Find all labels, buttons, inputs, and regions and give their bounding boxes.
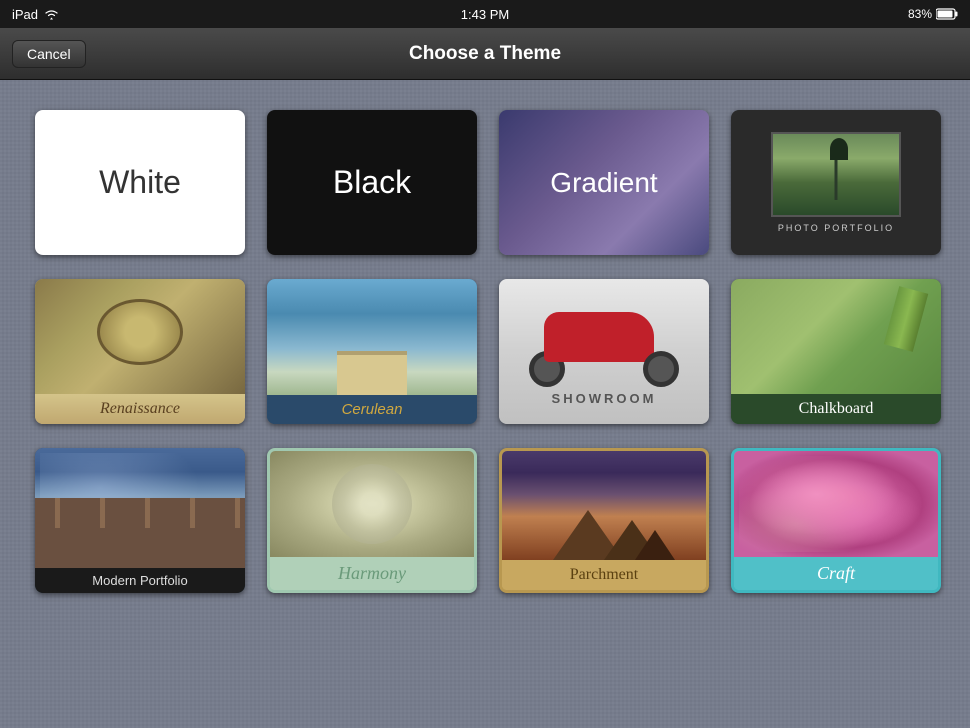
parchment-image bbox=[502, 451, 706, 560]
cancel-button[interactable]: Cancel bbox=[12, 40, 86, 68]
theme-white[interactable]: White bbox=[35, 110, 245, 255]
theme-row-3: Modern Portfolio Harmony Parchment Cra bbox=[35, 448, 935, 593]
status-right: 83% bbox=[908, 7, 958, 21]
theme-harmony-label: Harmony bbox=[270, 557, 474, 590]
showroom-bike-image bbox=[524, 297, 684, 387]
craft-image bbox=[734, 451, 938, 557]
theme-black-label: Black bbox=[333, 164, 411, 201]
theme-black[interactable]: Black bbox=[267, 110, 477, 255]
theme-gradient[interactable]: Gradient bbox=[499, 110, 709, 255]
chalkboard-image bbox=[731, 279, 941, 394]
nav-bar: Cancel Choose a Theme bbox=[0, 28, 970, 80]
theme-white-label: White bbox=[99, 164, 181, 201]
battery-icon bbox=[936, 8, 958, 20]
bike-body bbox=[544, 312, 654, 362]
theme-harmony[interactable]: Harmony bbox=[267, 448, 477, 593]
theme-chalkboard[interactable]: Chalkboard bbox=[731, 279, 941, 424]
theme-craft[interactable]: Craft bbox=[731, 448, 941, 593]
theme-showroom[interactable]: SHOWROOM bbox=[499, 279, 709, 424]
bike-wheel-front bbox=[643, 351, 679, 387]
theme-chalkboard-label: Chalkboard bbox=[731, 394, 941, 424]
theme-cerulean[interactable]: Cerulean bbox=[267, 279, 477, 424]
harmony-flower-graphic bbox=[332, 464, 412, 544]
status-left: iPad bbox=[12, 7, 59, 22]
theme-photo-portfolio[interactable]: PHOTO PORTFOLIO bbox=[731, 110, 941, 255]
page-title: Choose a Theme bbox=[409, 43, 561, 65]
theme-modern-portfolio[interactable]: Modern Portfolio bbox=[35, 448, 245, 593]
theme-row-2: Renaissance Cerulean SHOWROOM Chalkboard bbox=[35, 279, 935, 424]
theme-showroom-label: SHOWROOM bbox=[552, 391, 657, 406]
theme-craft-label: Craft bbox=[734, 557, 938, 590]
theme-grid: White Black Gradient PHOTO PORTFOLIO Ren… bbox=[0, 80, 970, 728]
cerulean-image bbox=[267, 279, 477, 395]
theme-parchment-label: Parchment bbox=[502, 560, 706, 590]
pyramids-graphic bbox=[502, 510, 706, 560]
renaissance-image bbox=[35, 279, 245, 394]
theme-gradient-label: Gradient bbox=[550, 167, 657, 199]
photo-portfolio-image bbox=[771, 132, 901, 217]
theme-cerulean-label: Cerulean bbox=[267, 395, 477, 424]
modern-portfolio-image bbox=[35, 448, 245, 568]
craft-petals-graphic bbox=[739, 456, 933, 552]
status-time: 1:43 PM bbox=[461, 7, 509, 22]
pyramid-3 bbox=[635, 530, 675, 560]
theme-renaissance[interactable]: Renaissance bbox=[35, 279, 245, 424]
colosseum-graphic bbox=[35, 498, 245, 568]
theme-renaissance-label: Renaissance bbox=[35, 394, 245, 424]
theme-row-1: White Black Gradient PHOTO PORTFOLIO bbox=[35, 110, 935, 255]
wifi-icon bbox=[44, 9, 59, 20]
theme-parchment[interactable]: Parchment bbox=[499, 448, 709, 593]
theme-modern-portfolio-label: Modern Portfolio bbox=[35, 568, 245, 593]
status-bar: iPad 1:43 PM 83% bbox=[0, 0, 970, 28]
battery-percent: 83% bbox=[908, 7, 932, 21]
harmony-image bbox=[270, 451, 474, 557]
device-label: iPad bbox=[12, 7, 38, 22]
theme-photo-portfolio-label: PHOTO PORTFOLIO bbox=[778, 223, 894, 233]
